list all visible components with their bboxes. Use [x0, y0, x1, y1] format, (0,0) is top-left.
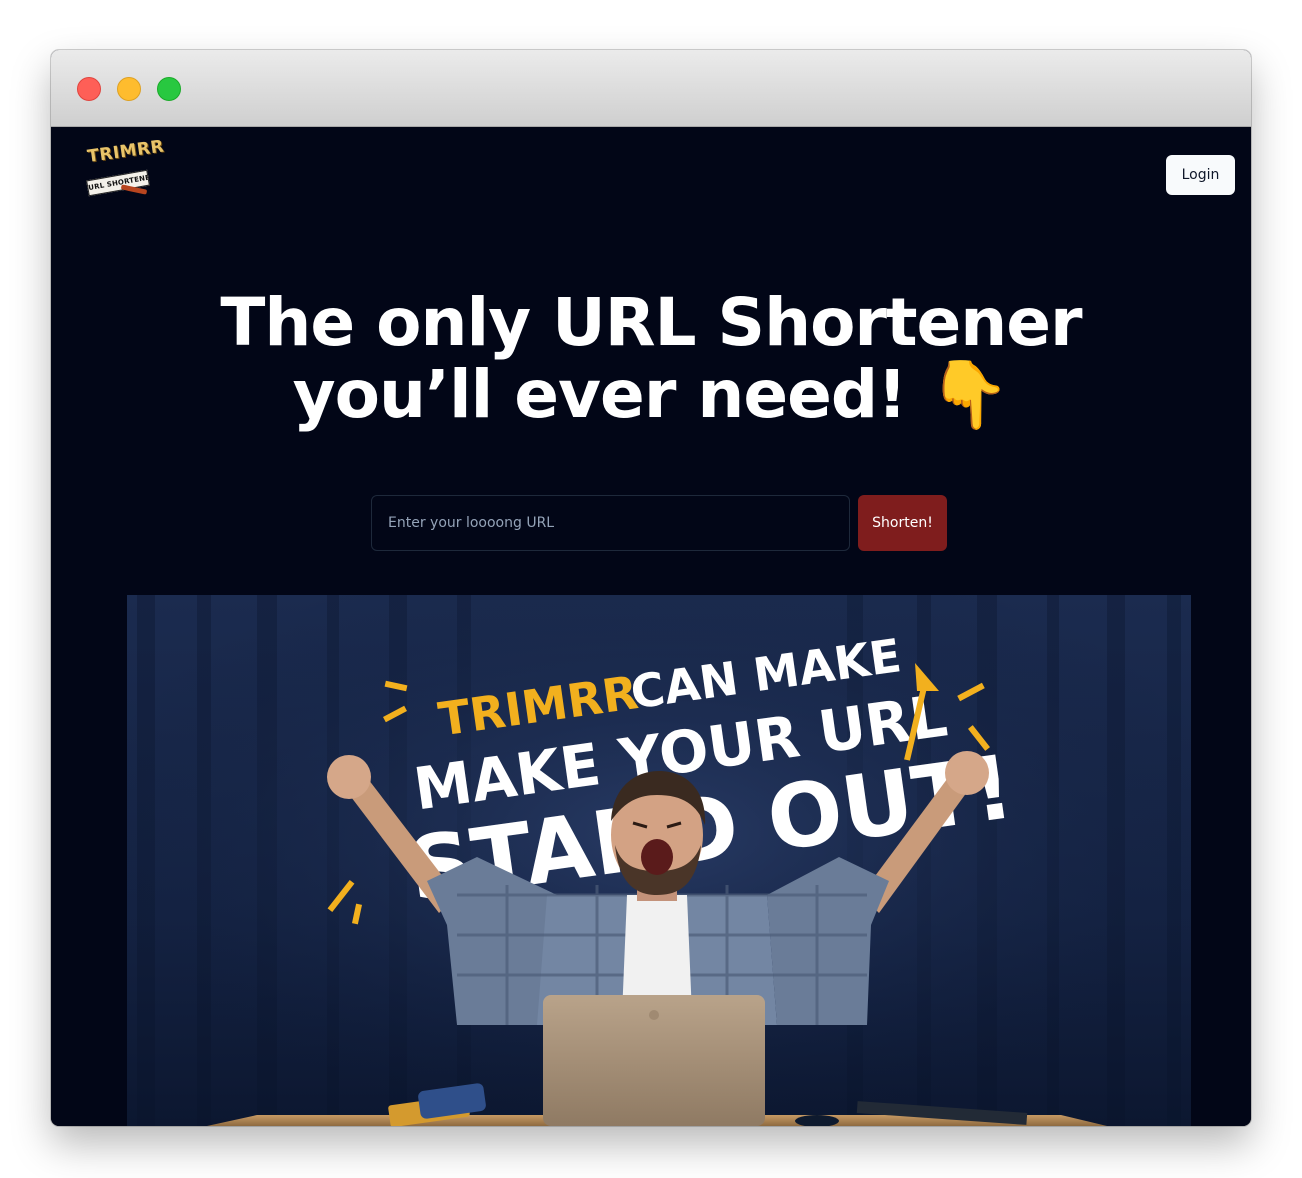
laptop: [543, 995, 765, 1126]
long-url-input[interactable]: [371, 495, 850, 551]
promo-banner-illustration: TRIMRR CAN MAKE MAKE YOUR URL STAND OUT!: [127, 595, 1191, 1126]
shorten-button[interactable]: Shorten!: [858, 495, 947, 551]
landing-page: TRIMRR URL SHORTENER Login The only URL …: [51, 127, 1251, 1126]
trimrr-logo[interactable]: TRIMRR URL SHORTENER: [86, 136, 165, 205]
headline-line-2: you’ll ever need! 👇: [292, 356, 1011, 433]
window-titlebar: [51, 50, 1251, 127]
browser-window: TRIMRR URL SHORTENER Login The only URL …: [51, 50, 1251, 1126]
screenshot-stage: TRIMRR URL SHORTENER Login The only URL …: [0, 0, 1302, 1178]
login-button[interactable]: Login: [1166, 155, 1235, 195]
promo-banner-image: TRIMRR CAN MAKE MAKE YOUR URL STAND OUT!: [127, 595, 1191, 1126]
maximize-window-button[interactable]: [157, 77, 181, 101]
close-window-button[interactable]: [77, 77, 101, 101]
headline-line-1: The only URL Shortener: [220, 284, 1082, 361]
logo-title: TRIMRR: [86, 136, 166, 167]
minimize-window-button[interactable]: [117, 77, 141, 101]
hero-headline: The only URL Shortener you’ll ever need!…: [51, 287, 1251, 431]
